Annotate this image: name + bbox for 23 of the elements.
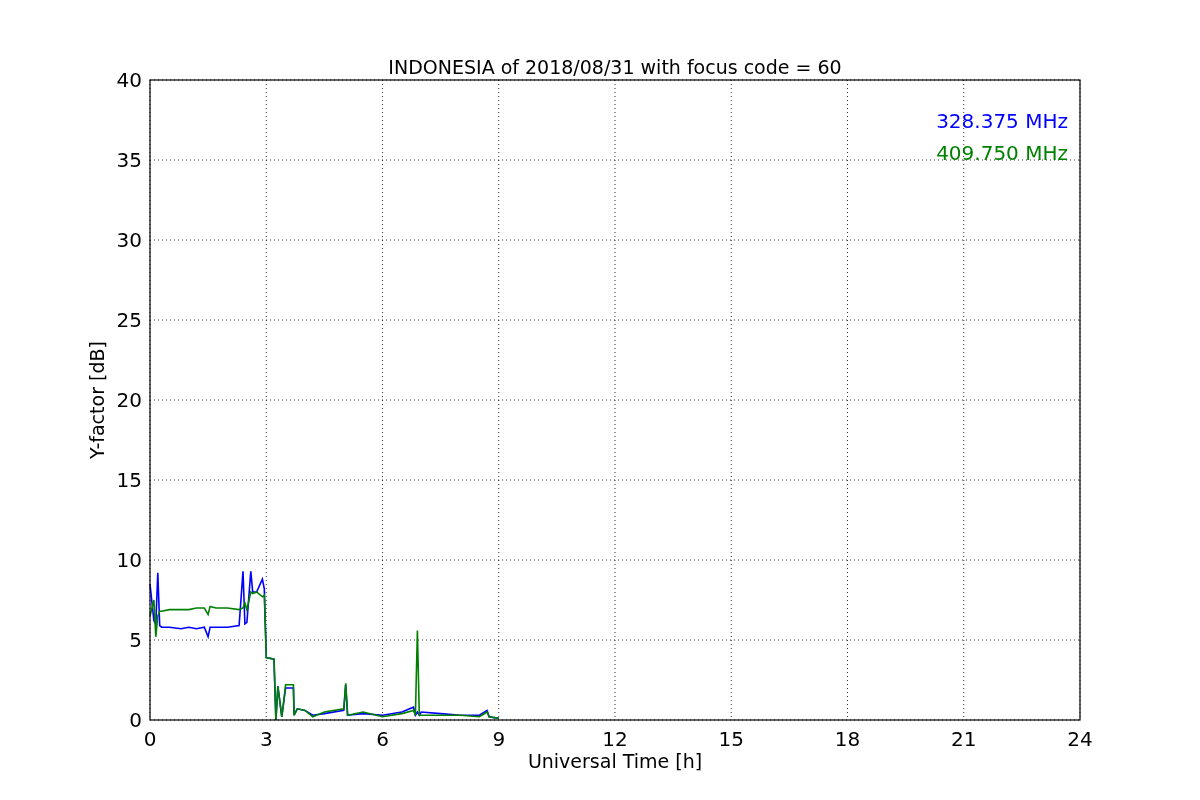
x-tick-label: 0 — [143, 727, 157, 751]
y-tick-label: 40 — [116, 68, 142, 92]
legend-label: 409.750 MHz — [936, 141, 1068, 165]
y-tick-label: 30 — [116, 228, 142, 252]
legend-label: 328.375 MHz — [936, 109, 1068, 133]
x-tick-label: 9 — [492, 727, 506, 751]
chart-title: INDONESIA of 2018/08/31 with focus code = 60 — [388, 56, 842, 78]
y-tick-label: 25 — [116, 308, 142, 332]
x-tick-label: 21 — [951, 727, 977, 751]
x-tick-label: 15 — [718, 727, 744, 751]
x-axis-label: Universal Time [h] — [527, 750, 703, 772]
y-tick-label: 15 — [116, 468, 142, 492]
x-tick-label: 6 — [376, 727, 389, 751]
x-tick-label: 18 — [834, 727, 861, 751]
y-tick-label: 35 — [116, 148, 142, 172]
x-tick-label: 24 — [1067, 727, 1093, 751]
y-tick-label: 20 — [116, 388, 142, 412]
y-tick-label: 10 — [116, 548, 142, 572]
x-tick-label: 3 — [259, 727, 273, 751]
x-tick-label: 12 — [602, 727, 628, 751]
y-tick-label: 5 — [129, 628, 142, 652]
y-tick-label: 0 — [129, 708, 142, 732]
y-axis-label: Y-factor [dB] — [86, 341, 108, 459]
